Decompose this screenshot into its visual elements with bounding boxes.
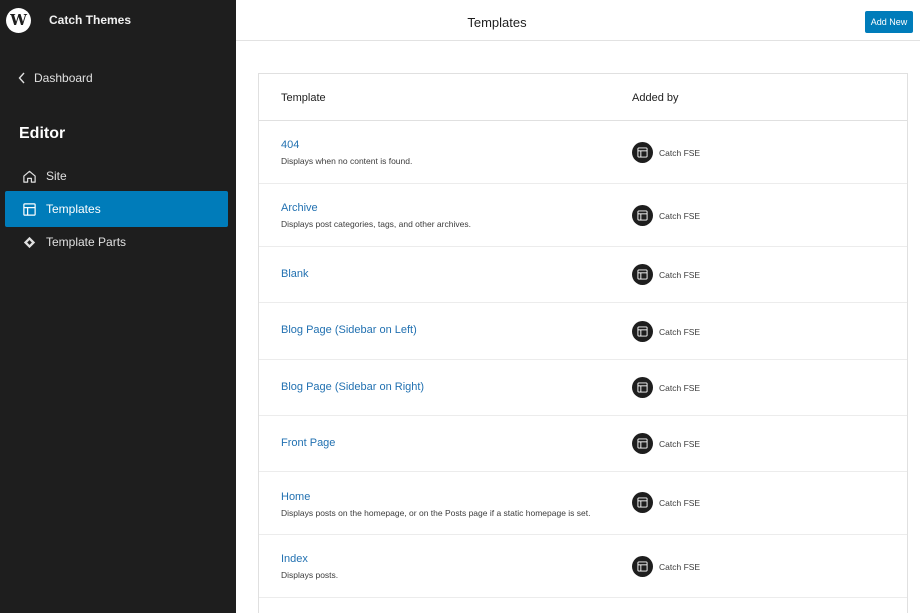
author-avatar (632, 321, 653, 342)
column-header-added-by: Added by (632, 92, 679, 104)
author-name: Catch FSE (659, 148, 701, 158)
add-new-button[interactable]: Add New (865, 11, 913, 33)
author-avatar (632, 556, 653, 577)
sidebar-item-label: Templates (46, 202, 101, 216)
template-title-link[interactable]: Archive (281, 202, 318, 214)
sidebar-item-template-parts[interactable]: Template Parts (5, 224, 228, 260)
layout-icon (637, 269, 648, 280)
author-name: Catch FSE (659, 498, 701, 508)
template-title-link[interactable]: Index (281, 553, 308, 565)
sidebar: W Catch Themes Dashboard Editor Site Tem… (0, 0, 236, 613)
templates-table: Template Added by 404 Displays when no c… (258, 73, 908, 613)
table-header: Template Added by (259, 74, 907, 121)
layout-icon (637, 326, 648, 337)
page-title: Templates (467, 15, 527, 30)
author-name: Catch FSE (659, 439, 701, 449)
template-title-link[interactable]: Front Page (281, 437, 335, 449)
sidebar-item-label: Site (46, 169, 67, 183)
table-row: Home Displays posts on the homepage, or … (259, 472, 907, 535)
author-avatar (632, 205, 653, 226)
table-row: Blog Page (Sidebar on Left) Catch FSE (259, 303, 907, 360)
sidebar-item-site[interactable]: Site (5, 158, 228, 194)
author-name: Catch FSE (659, 562, 701, 572)
author-name: Catch FSE (659, 211, 701, 221)
sidebar-item-templates[interactable]: Templates (5, 191, 228, 227)
dashboard-label: Dashboard (34, 71, 93, 85)
wordpress-logo-icon[interactable]: W (6, 8, 31, 33)
site-name[interactable]: Catch Themes (49, 13, 131, 27)
template-title-link[interactable]: Home (281, 491, 310, 503)
author-avatar (632, 492, 653, 513)
layout-icon (637, 210, 648, 221)
table-row: Front Page Catch FSE (259, 416, 907, 472)
author-avatar (632, 142, 653, 163)
layout-icon (23, 202, 36, 216)
table-row: 404 Displays when no content is found. C… (259, 121, 907, 184)
symbol-icon (23, 236, 36, 248)
template-description: Displays post categories, tags, and othe… (281, 219, 471, 229)
template-title-link[interactable]: Blank (281, 268, 309, 280)
author-avatar (632, 264, 653, 285)
dashboard-back-link[interactable]: Dashboard (18, 71, 93, 85)
table-row: Blank Catch FSE (259, 247, 907, 303)
layout-icon (637, 147, 648, 158)
template-title-link[interactable]: Blog Page (Sidebar on Right) (281, 381, 424, 393)
template-description: Displays posts on the homepage, or on th… (281, 508, 591, 518)
author-name: Catch FSE (659, 327, 701, 337)
template-title-link[interactable]: Blog Page (Sidebar on Left) (281, 324, 417, 336)
template-title-link[interactable]: 404 (281, 139, 299, 151)
table-row: Blog Page (Sidebar on Right) Catch FSE (259, 360, 907, 416)
table-row: Index Displays posts. Catch FSE (259, 535, 907, 598)
site-header: W Catch Themes (0, 0, 236, 40)
layout-icon (637, 438, 648, 449)
layout-icon (637, 561, 648, 572)
sidebar-item-label: Template Parts (46, 235, 127, 249)
author-avatar (632, 433, 653, 454)
template-description: Displays posts. (281, 570, 339, 580)
template-description: Displays when no content is found. (281, 156, 413, 166)
layout-icon (637, 497, 648, 508)
home-icon (23, 170, 36, 183)
column-header-template: Template (281, 92, 326, 104)
chevron-left-icon (18, 72, 25, 84)
author-avatar (632, 377, 653, 398)
author-name: Catch FSE (659, 383, 701, 393)
header: Templates Add New (236, 0, 920, 41)
author-name: Catch FSE (659, 270, 701, 280)
section-title: Editor (19, 125, 66, 142)
layout-icon (637, 382, 648, 393)
table-row: Archive Displays post categories, tags, … (259, 184, 907, 247)
